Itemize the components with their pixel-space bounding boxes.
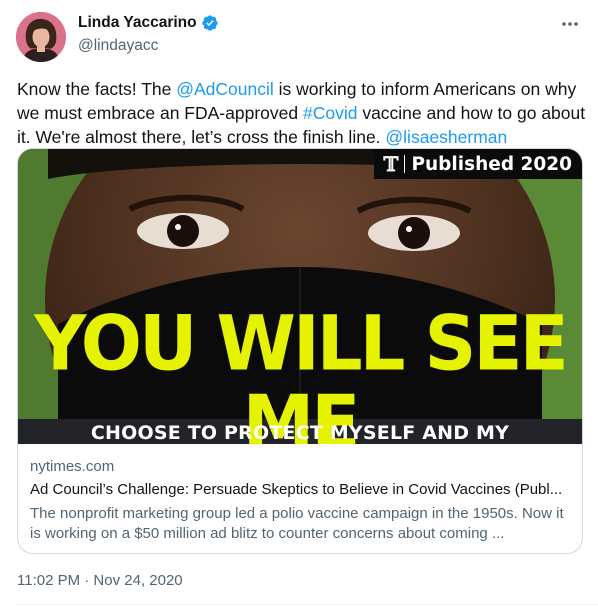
text-segment: Know the facts! The (17, 79, 177, 99)
display-name-row: Linda Yaccarino (78, 13, 219, 33)
card-description: The nonprofit marketing group led a poli… (30, 505, 564, 542)
avatar[interactable] (16, 12, 66, 62)
tweet: Linda Yaccarino @lindayacc Know the fact… (0, 0, 598, 607)
timestamp[interactable]: 11:02 PM · Nov 24, 2020 (17, 572, 183, 589)
badge-divider (404, 155, 406, 173)
tweet-text: Know the facts! The @AdCouncil is workin… (17, 77, 587, 149)
mention-adcouncil[interactable]: @AdCouncil (176, 79, 274, 99)
more-horizontal-icon[interactable] (558, 14, 582, 34)
overlay-subline: CHOOSE TO PROTECT MYSELF AND MY (90, 422, 510, 444)
badge-text: Published 2020 (411, 153, 572, 175)
user-info: Linda Yaccarino @lindayacc (78, 13, 219, 55)
card-domain: nytimes.com (30, 458, 115, 475)
display-name[interactable]: Linda Yaccarino (78, 14, 197, 32)
divider (17, 604, 598, 605)
link-card[interactable]: 𝕋 Published 2020 YOU WILL SEE ME CHOOSE … (17, 148, 583, 554)
card-title: Ad Council’s Challenge: Persuade Skeptic… (30, 481, 563, 498)
published-badge: 𝕋 Published 2020 (373, 149, 582, 179)
card-info: nytimes.com Ad Council’s Challenge: Pers… (18, 444, 582, 553)
verified-badge-icon (201, 14, 219, 32)
mention-lisaesherman[interactable]: @lisaesherman (385, 127, 507, 147)
nyt-logo-icon: 𝕋 (383, 152, 399, 176)
hashtag-covid[interactable]: #Covid (303, 103, 357, 123)
handle[interactable]: @lindayacc (78, 37, 219, 55)
card-image: 𝕋 Published 2020 YOU WILL SEE ME CHOOSE … (18, 149, 582, 444)
